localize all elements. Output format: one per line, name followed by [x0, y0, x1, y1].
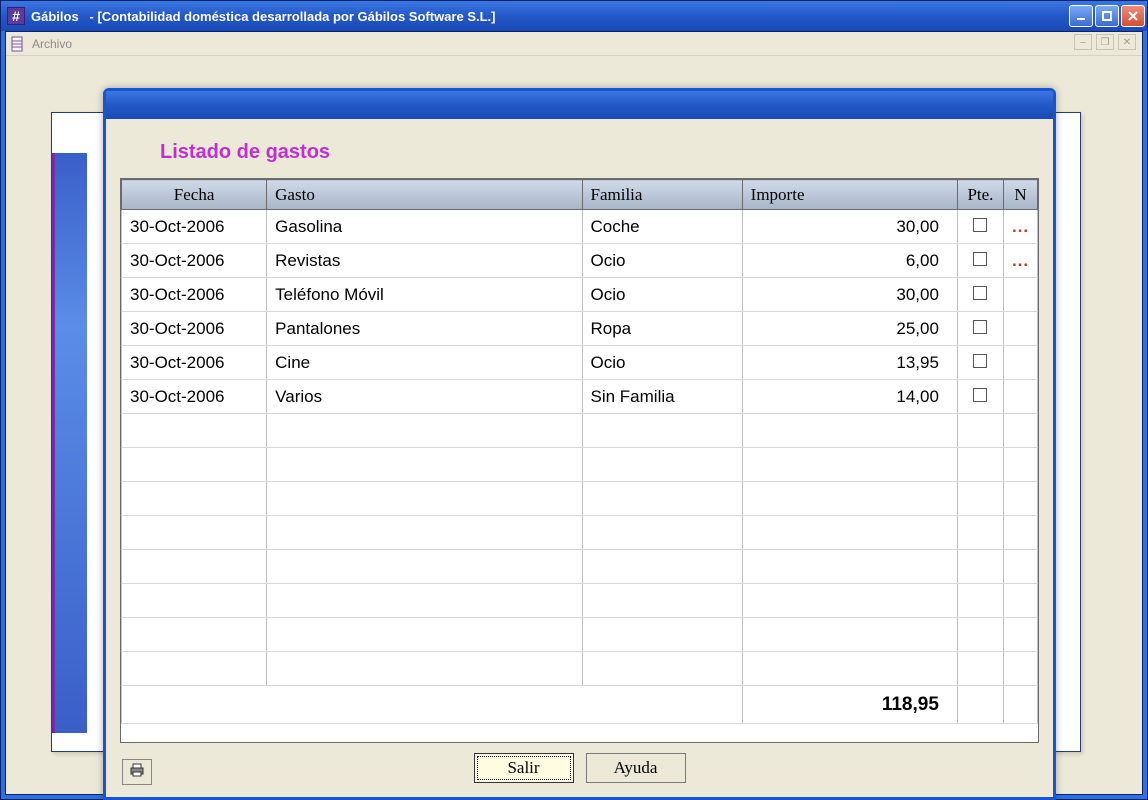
dialog-titlebar[interactable]	[106, 91, 1053, 119]
cell-pte[interactable]	[957, 346, 1003, 380]
dialog-button-row: Salir Ayuda	[120, 743, 1039, 787]
cell-importe: 14,00	[742, 380, 957, 414]
col-header-n[interactable]: N	[1003, 180, 1037, 210]
app-name: Gábilos	[31, 9, 79, 24]
cell-familia: Ocio	[582, 244, 742, 278]
expenses-table-wrap: Fecha Gasto Familia Importe Pte. N 30-Oc…	[120, 178, 1039, 743]
background-sidebar	[52, 153, 87, 733]
col-header-familia[interactable]: Familia	[582, 180, 742, 210]
cell-fecha: 30-Oct-2006	[122, 380, 267, 414]
dialog-body: Listado de gastos Fecha Gasto Familia	[106, 119, 1053, 797]
table-row[interactable]: 30-Oct-2006GasolinaCoche30,00...	[122, 210, 1038, 244]
minimize-button[interactable]	[1069, 5, 1093, 27]
table-row-empty	[122, 516, 1038, 550]
cell-note[interactable]: ...	[1003, 210, 1037, 244]
cell-familia: Ocio	[582, 346, 742, 380]
cell-fecha: 30-Oct-2006	[122, 210, 267, 244]
cell-fecha: 30-Oct-2006	[122, 312, 267, 346]
mdi-minimize-button[interactable]: –	[1074, 34, 1092, 50]
table-row[interactable]: 30-Oct-2006PantalonesRopa25,00	[122, 312, 1038, 346]
checkbox-icon[interactable]	[973, 320, 987, 334]
cell-importe: 6,00	[742, 244, 957, 278]
checkbox-icon[interactable]	[973, 218, 987, 232]
cell-gasto: Cine	[267, 346, 582, 380]
menubar: Archivo – ❐ ✕	[6, 32, 1142, 56]
cell-familia: Sin Familia	[582, 380, 742, 414]
cell-importe: 30,00	[742, 278, 957, 312]
table-row-empty	[122, 584, 1038, 618]
table-row-empty	[122, 448, 1038, 482]
total-spacer	[122, 686, 743, 724]
printer-icon	[128, 762, 146, 782]
menu-file[interactable]: Archivo	[32, 37, 72, 51]
checkbox-icon[interactable]	[973, 388, 987, 402]
cell-fecha: 30-Oct-2006	[122, 244, 267, 278]
window-title: Gábilos - [Contabilidad doméstica desarr…	[31, 9, 1069, 24]
close-button[interactable]	[1121, 5, 1145, 27]
cell-note[interactable]	[1003, 312, 1037, 346]
maximize-button[interactable]	[1095, 5, 1119, 27]
cell-pte[interactable]	[957, 210, 1003, 244]
checkbox-icon[interactable]	[973, 286, 987, 300]
table-row-empty	[122, 482, 1038, 516]
col-header-importe[interactable]: Importe	[742, 180, 957, 210]
table-row[interactable]: 30-Oct-2006Teléfono MóvilOcio30,00	[122, 278, 1038, 312]
cell-importe: 30,00	[742, 210, 957, 244]
expenses-dialog: Listado de gastos Fecha Gasto Familia	[103, 88, 1056, 800]
total-value: 118,95	[742, 686, 957, 724]
table-row[interactable]: 30-Oct-2006VariosSin Familia14,00	[122, 380, 1038, 414]
cell-familia: Ropa	[582, 312, 742, 346]
cell-fecha: 30-Oct-2006	[122, 346, 267, 380]
client-area: Archivo – ❐ ✕ Listado de gastos	[5, 31, 1143, 795]
ayuda-button[interactable]: Ayuda	[586, 753, 686, 783]
table-row-empty	[122, 414, 1038, 448]
cell-note[interactable]	[1003, 278, 1037, 312]
cell-importe: 25,00	[742, 312, 957, 346]
cell-gasto: Varios	[267, 380, 582, 414]
salir-button[interactable]: Salir	[474, 753, 574, 783]
cell-fecha: 30-Oct-2006	[122, 278, 267, 312]
titlebar: # Gábilos - [Contabilidad doméstica desa…	[1, 1, 1147, 31]
cell-gasto: Revistas	[267, 244, 582, 278]
cell-familia: Ocio	[582, 278, 742, 312]
col-header-pte[interactable]: Pte.	[957, 180, 1003, 210]
app-window: # Gábilos - [Contabilidad doméstica desa…	[0, 0, 1148, 800]
checkbox-icon[interactable]	[973, 252, 987, 266]
cell-pte[interactable]	[957, 278, 1003, 312]
table-row[interactable]: 30-Oct-2006RevistasOcio6,00...	[122, 244, 1038, 278]
cell-gasto: Teléfono Móvil	[267, 278, 582, 312]
cell-gasto: Pantalones	[267, 312, 582, 346]
cell-importe: 13,95	[742, 346, 957, 380]
col-header-gasto[interactable]: Gasto	[267, 180, 582, 210]
table-row-empty	[122, 652, 1038, 686]
cell-note[interactable]	[1003, 346, 1037, 380]
cell-note[interactable]: ...	[1003, 244, 1037, 278]
cell-pte[interactable]	[957, 380, 1003, 414]
mdi-close-button[interactable]: ✕	[1118, 34, 1136, 50]
table-row-empty	[122, 618, 1038, 652]
dialog-heading: Listado de gastos	[160, 141, 1039, 164]
expenses-table: Fecha Gasto Familia Importe Pte. N 30-Oc…	[121, 179, 1038, 724]
print-button[interactable]	[122, 759, 152, 785]
doc-icon	[10, 36, 26, 52]
table-row-empty	[122, 550, 1038, 584]
checkbox-icon[interactable]	[973, 354, 987, 368]
cell-pte[interactable]	[957, 312, 1003, 346]
app-icon: #	[7, 7, 25, 25]
app-subtitle: - [Contabilidad doméstica desarrollada p…	[90, 9, 496, 24]
cell-gasto: Gasolina	[267, 210, 582, 244]
mdi-restore-button[interactable]: ❐	[1096, 34, 1114, 50]
cell-pte[interactable]	[957, 244, 1003, 278]
table-row[interactable]: 30-Oct-2006CineOcio13,95	[122, 346, 1038, 380]
cell-familia: Coche	[582, 210, 742, 244]
cell-note[interactable]	[1003, 380, 1037, 414]
col-header-fecha[interactable]: Fecha	[122, 180, 267, 210]
